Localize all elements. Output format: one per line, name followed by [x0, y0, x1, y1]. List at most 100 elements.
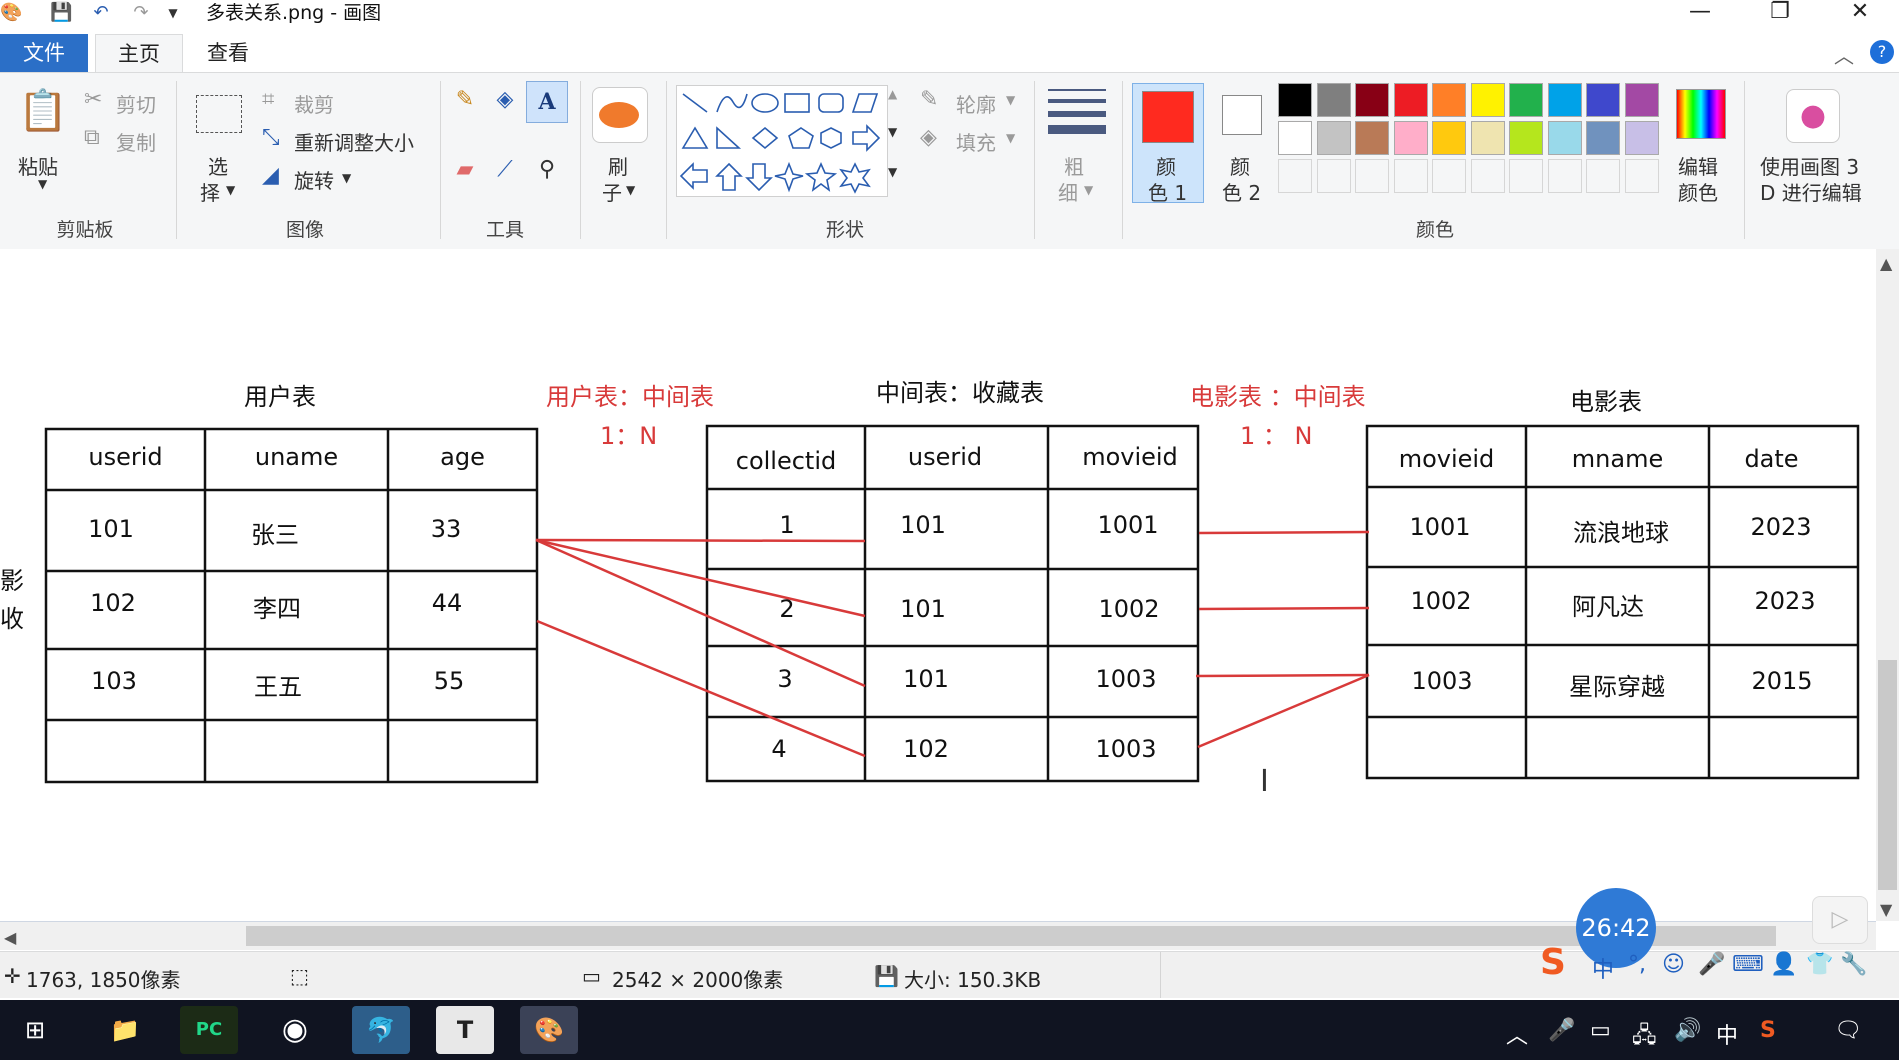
custom-color-slot[interactable] — [1547, 159, 1582, 193]
tray-network-icon[interactable]: 🖧 — [1632, 1018, 1657, 1056]
chrome-icon[interactable]: ◉ — [266, 1006, 324, 1054]
size-dropdown-icon[interactable]: ▼ — [1084, 183, 1093, 197]
scroll-up-icon[interactable]: ▲ — [1880, 254, 1892, 273]
canvas[interactable]: 影 收 用户表 用户表：中间表 1：N 中间表：收藏表 电影表 ：中间表 1 ：… — [0, 249, 1876, 921]
select-button[interactable]: 选 — [208, 151, 228, 180]
palette-color-swatch[interactable] — [1355, 121, 1389, 155]
resize-button[interactable]: 重新调整大小 — [294, 127, 414, 156]
palette-color-swatch[interactable] — [1278, 83, 1312, 117]
paste-button[interactable]: 粘贴 — [18, 151, 58, 180]
copy-button[interactable]: 复制 — [116, 127, 156, 156]
palette-color-swatch[interactable] — [1509, 83, 1543, 117]
keyboard-icon[interactable]: ⌨ — [1732, 952, 1764, 977]
sogou-logo-icon[interactable]: S — [1540, 942, 1566, 983]
paint3d-button[interactable]: 使用画图 3 — [1760, 151, 1859, 180]
palette-color-swatch[interactable] — [1355, 83, 1389, 117]
close-button[interactable]: ✕ — [1832, 0, 1888, 26]
custom-color-slot[interactable] — [1355, 159, 1389, 193]
palette-color-swatch[interactable] — [1432, 121, 1466, 155]
vertical-scroll-thumb[interactable] — [1878, 660, 1897, 890]
punctuation-icon[interactable]: °, — [1628, 952, 1646, 977]
brush-icon[interactable] — [592, 87, 648, 143]
custom-color-slot[interactable] — [1432, 159, 1466, 193]
brushes-dropdown-icon[interactable]: ▼ — [626, 183, 635, 197]
custom-color-slot[interactable] — [1470, 159, 1505, 193]
video-play-icon[interactable]: ▷ — [1812, 896, 1868, 944]
mysql-workbench-icon[interactable]: 🐬 — [352, 1006, 410, 1054]
typora-icon[interactable]: T — [436, 1006, 494, 1054]
tab-file[interactable]: 文件 — [0, 34, 88, 72]
eraser-icon[interactable]: ▰ — [448, 157, 482, 182]
text-tool-icon[interactable]: A — [526, 81, 568, 123]
outline-dropdown-icon[interactable]: ▼ — [1006, 93, 1015, 107]
pycharm-icon[interactable]: PC — [180, 1006, 238, 1054]
color-picker-icon[interactable]: ⟋ — [488, 157, 522, 182]
cut-icon[interactable]: ✂ — [84, 87, 102, 112]
shapes-gallery[interactable] — [676, 85, 888, 197]
redo-icon[interactable]: ↷ — [130, 2, 152, 24]
fill-button[interactable]: 填充 — [956, 127, 996, 156]
tray-volume-icon[interactable]: 🔊 — [1674, 1018, 1701, 1043]
restore-button[interactable]: ❐ — [1752, 0, 1808, 26]
palette-color-swatch[interactable] — [1432, 83, 1466, 117]
save-icon[interactable]: 💾 — [50, 2, 72, 24]
magnifier-icon[interactable]: ⚲ — [530, 157, 564, 182]
rotate-icon[interactable]: ◢ — [262, 163, 279, 188]
paste-icon[interactable]: 📋 — [18, 87, 68, 134]
minimize-button[interactable]: — — [1672, 0, 1728, 26]
tab-view[interactable]: 查看 — [188, 34, 268, 72]
edit-colors-icon[interactable] — [1676, 89, 1726, 139]
paint-taskbar-icon[interactable]: 🎨 — [520, 1006, 578, 1054]
voice-input-icon[interactable]: 🎤 — [1698, 952, 1725, 977]
custom-color-slot[interactable] — [1624, 159, 1659, 193]
size-icon[interactable] — [1048, 87, 1106, 139]
palette-color-swatch[interactable] — [1470, 83, 1505, 117]
palette-color-swatch[interactable] — [1316, 121, 1351, 155]
palette-color-swatch[interactable] — [1624, 83, 1659, 117]
paste-dropdown-icon[interactable]: ▼ — [38, 177, 47, 191]
select-icon[interactable] — [196, 95, 242, 133]
scroll-left-icon[interactable]: ◀ — [4, 928, 16, 947]
fill-dropdown-icon[interactable]: ▼ — [1006, 131, 1015, 145]
custom-color-slot[interactable] — [1586, 159, 1620, 193]
palette-color-swatch[interactable] — [1316, 83, 1351, 117]
palette-color-swatch[interactable] — [1547, 121, 1582, 155]
palette-color-swatch[interactable] — [1470, 121, 1505, 155]
palette-color-swatch[interactable] — [1624, 121, 1659, 155]
customize-toolbar-icon[interactable]: ▼ — [162, 2, 184, 24]
custom-color-slot[interactable] — [1509, 159, 1543, 193]
copy-icon[interactable]: ⧉ — [84, 125, 100, 150]
palette-color-swatch[interactable] — [1547, 83, 1582, 117]
color2-swatch[interactable] — [1222, 95, 1262, 135]
palette-color-swatch[interactable] — [1586, 83, 1620, 117]
paint3d-icon[interactable]: ● — [1786, 89, 1840, 143]
shapes-scroll-down-icon[interactable]: ▼ — [888, 125, 897, 139]
brushes-button[interactable]: 刷 — [608, 151, 628, 180]
skin-icon[interactable]: 👕 — [1806, 952, 1833, 977]
custom-color-slot[interactable] — [1393, 159, 1428, 193]
edit-colors-button[interactable]: 编辑 — [1678, 151, 1718, 180]
cut-button[interactable]: 剪切 — [116, 89, 156, 118]
tray-expand-icon[interactable]: ︿ — [1506, 1018, 1528, 1050]
tray-language[interactable]: 中 — [1716, 1018, 1738, 1050]
help-icon[interactable]: ? — [1870, 40, 1894, 64]
tray-battery-icon[interactable]: ▭ — [1590, 1018, 1611, 1043]
scroll-down-icon[interactable]: ▼ — [1880, 900, 1892, 919]
palette-color-swatch[interactable] — [1393, 121, 1428, 155]
palette-color-swatch[interactable] — [1509, 121, 1543, 155]
size-button[interactable]: 粗 — [1064, 151, 1084, 180]
paint-app-icon[interactable]: 🎨 — [0, 2, 22, 24]
rotate-button[interactable]: 旋转 — [294, 165, 334, 194]
collapse-ribbon-icon[interactable]: ︿ — [1834, 40, 1854, 69]
ime-language[interactable]: 中 — [1592, 952, 1614, 984]
windows-start-icon[interactable]: ⊞ — [6, 1006, 64, 1054]
outline-icon[interactable]: ✎ — [920, 87, 938, 112]
crop-icon[interactable]: ⌗ — [262, 87, 274, 112]
tools-icon[interactable]: 🔧 — [1840, 952, 1867, 977]
tab-home[interactable]: 主页 — [95, 34, 183, 73]
emoji-icon[interactable]: ☺ — [1662, 952, 1685, 977]
pencil-icon[interactable]: ✎ — [448, 87, 482, 112]
fill-bucket-icon[interactable]: ◈ — [488, 87, 522, 112]
tray-mic-icon[interactable]: 🎤 — [1548, 1018, 1575, 1043]
fill-icon[interactable]: ◈ — [920, 125, 937, 150]
